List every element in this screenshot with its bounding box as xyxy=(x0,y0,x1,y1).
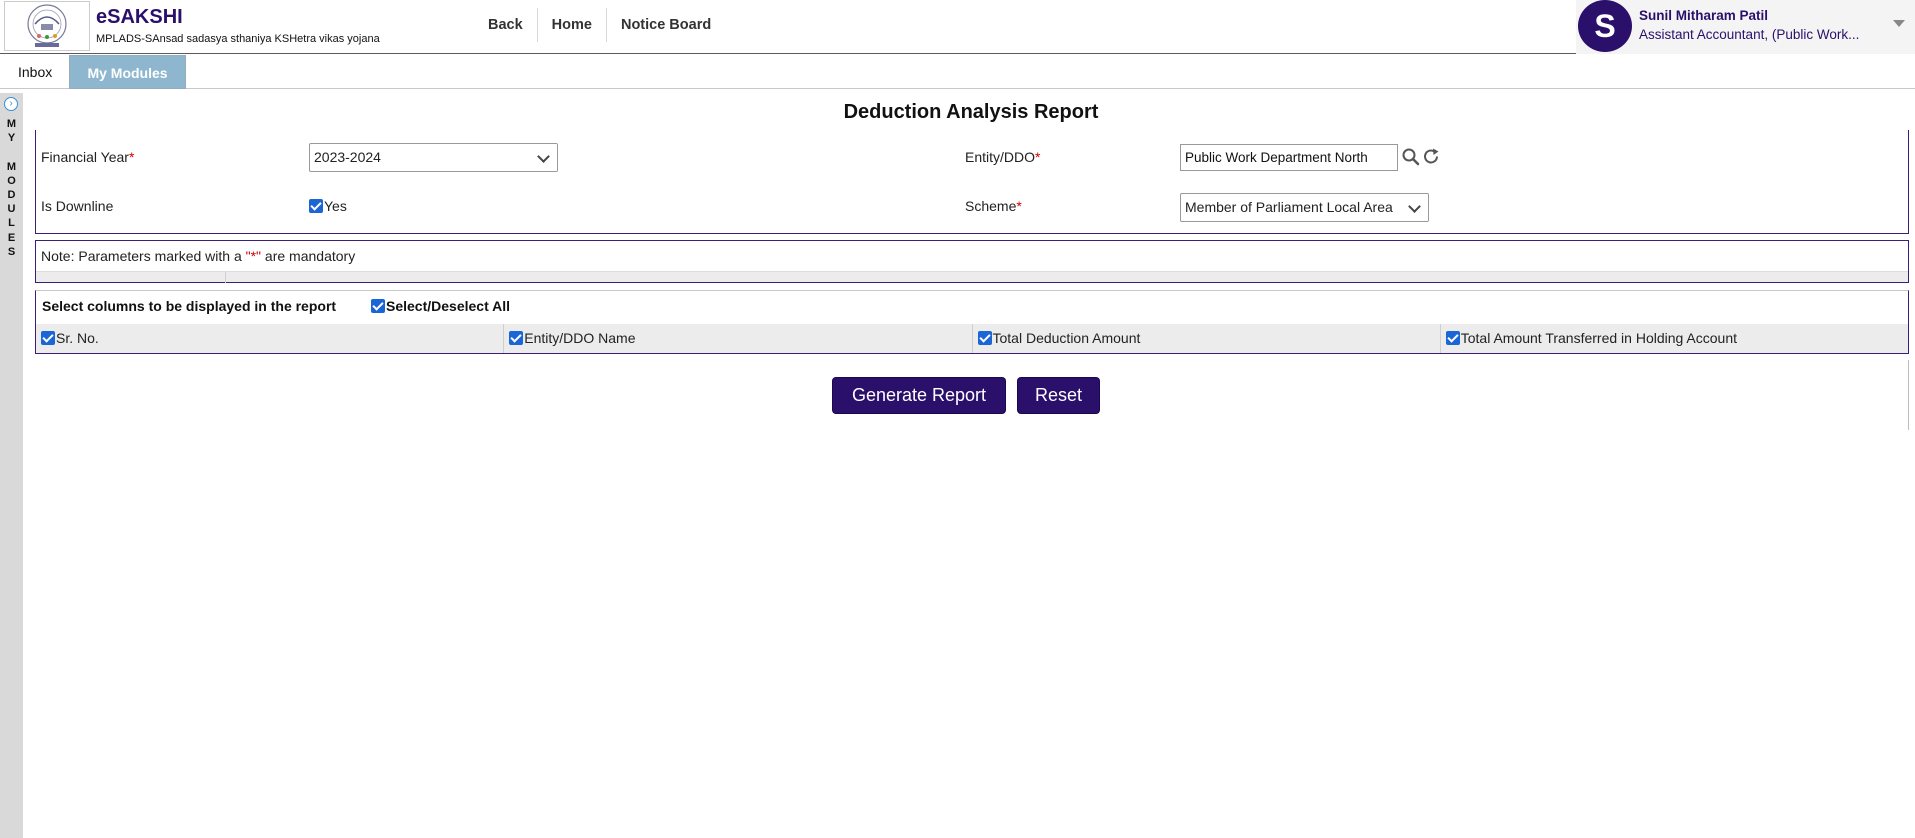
notice-board-link[interactable]: Notice Board xyxy=(607,8,725,42)
avatar: S xyxy=(1578,0,1632,52)
checkbox-checked-icon[interactable] xyxy=(41,331,55,345)
parameter-panel: Financial Year* 2023-2024 Entity/DDO* Is… xyxy=(35,130,1909,234)
page-title: Deduction Analysis Report xyxy=(843,101,1099,123)
column-option-entity-name[interactable]: Entity/DDO Name xyxy=(504,324,973,353)
checkbox-checked-icon[interactable] xyxy=(509,331,524,345)
chevron-down-icon xyxy=(1400,194,1428,221)
user-menu[interactable]: S Sunil Mitharam Patil Assistant Account… xyxy=(1576,0,1915,54)
user-role: Assistant Accountant, (Public Work... xyxy=(1639,27,1860,42)
column-option-holding-transfer[interactable]: Total Amount Transferred in Holding Acco… xyxy=(1441,324,1908,353)
financial-year-value: 2023-2024 xyxy=(314,149,381,165)
checkbox-checked-icon[interactable] xyxy=(977,331,992,345)
scheme-select[interactable]: Member of Parliament Local Area xyxy=(1180,193,1429,222)
chevron-down-icon xyxy=(529,144,557,171)
downline-yes-checkbox[interactable]: Yes xyxy=(309,198,347,214)
refresh-icon[interactable] xyxy=(1422,147,1442,167)
mandatory-note: Note: Parameters marked with a "*" are m… xyxy=(41,248,356,264)
modules-sidebar[interactable]: › MY MODULES xyxy=(0,93,23,838)
checkbox-checked-icon[interactable] xyxy=(1445,331,1460,345)
scheme-label: Scheme* xyxy=(965,198,1022,214)
required-marker: * xyxy=(1016,198,1022,214)
app-subtitle: MPLADS-SAnsad sadasya sthaniya KSHetra v… xyxy=(96,33,380,45)
tab-bar: Inbox My Modules xyxy=(0,55,1915,89)
expand-sidebar-icon[interactable]: › xyxy=(4,97,18,111)
app-title: eSAKSHI xyxy=(96,6,183,28)
column-option-total-deduction[interactable]: Total Deduction Amount xyxy=(973,324,1441,353)
required-marker: * xyxy=(128,149,135,165)
entity-ddo-label: Entity/DDO* xyxy=(965,149,1041,165)
financial-year-select[interactable]: 2023-2024 xyxy=(309,143,558,172)
tab-inbox[interactable]: Inbox xyxy=(1,55,69,89)
home-link[interactable]: Home xyxy=(538,8,607,42)
back-link[interactable]: Back xyxy=(474,8,538,42)
generate-report-button[interactable]: Generate Report xyxy=(833,378,1005,413)
note-panel: Note: Parameters marked with a "*" are m… xyxy=(35,240,1909,283)
column-options-row: Sr. No. Entity/DDO Name Total Deduction … xyxy=(36,324,1908,353)
select-all-checkbox[interactable]: Select/Deselect All xyxy=(371,298,510,314)
tab-my-modules[interactable]: My Modules xyxy=(69,55,186,89)
financial-year-label: Financial Year* xyxy=(41,149,135,165)
user-name: Sunil Mitharam Patil xyxy=(1639,8,1769,23)
is-downline-label: Is Downline xyxy=(41,198,114,214)
column-option-sr-no[interactable]: Sr. No. xyxy=(36,324,505,353)
scheme-value: Member of Parliament Local Area xyxy=(1185,199,1393,215)
app-header: eSAKSHI MPLADS-SAnsad sadasya sthaniya K… xyxy=(0,0,1915,54)
checkbox-checked-icon[interactable] xyxy=(371,299,385,313)
scrollbar[interactable] xyxy=(1908,360,1909,430)
column-selection-panel: Select columns to be displayed in the re… xyxy=(35,290,1909,354)
note-divider xyxy=(36,271,1908,283)
caret-down-icon[interactable] xyxy=(1893,20,1905,27)
top-navigation: Back Home Notice Board xyxy=(474,8,725,42)
sidebar-label: MY MODULES xyxy=(6,118,17,258)
search-icon[interactable] xyxy=(1401,147,1421,167)
mplads-emblem-icon xyxy=(4,1,90,51)
column-selection-heading: Select columns to be displayed in the re… xyxy=(42,298,337,314)
checkbox-checked-icon[interactable] xyxy=(309,199,323,213)
entity-ddo-input[interactable] xyxy=(1180,144,1398,171)
required-marker: * xyxy=(1035,149,1041,165)
reset-button[interactable]: Reset xyxy=(1018,378,1099,413)
